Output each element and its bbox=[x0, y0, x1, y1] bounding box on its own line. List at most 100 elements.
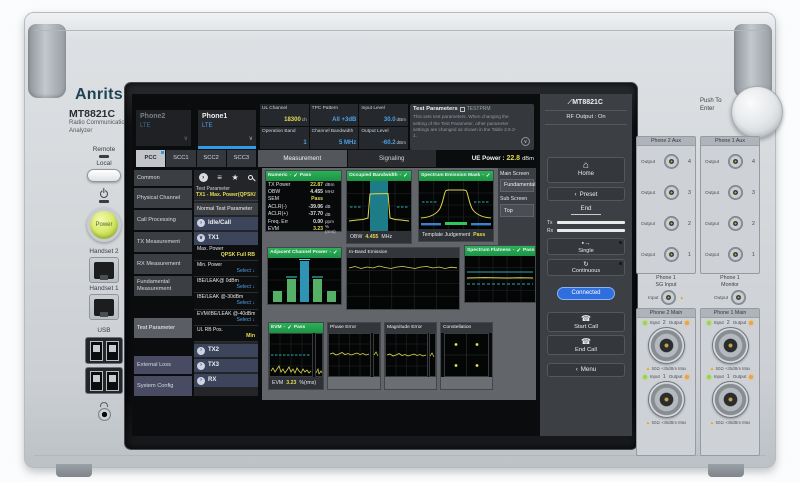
current-test-parameter: Test Parameter TX1 - Max. Power(QPSK/Ful… bbox=[194, 185, 258, 201]
expand-info-button[interactable]: ∨ bbox=[521, 137, 530, 146]
end-call-button[interactable]: ☎ End Call bbox=[547, 335, 625, 355]
main-tabs: Measurement Signaling bbox=[258, 150, 436, 167]
back-icon: ‹ bbox=[575, 191, 577, 198]
group-rx[interactable]: › RX bbox=[194, 374, 258, 387]
sidebar-item-rx-measurement[interactable]: RX Measurement bbox=[134, 254, 192, 274]
sidebar-item-external-loss[interactable]: External Loss bbox=[134, 356, 192, 374]
search-icon[interactable] bbox=[248, 175, 253, 180]
sidebar-item-tx-measurement[interactable]: TX Measurement bbox=[134, 232, 192, 252]
handset1-port bbox=[89, 294, 119, 320]
sub-screen-button[interactable]: Top bbox=[500, 204, 534, 217]
sidebar-item-common[interactable]: Common bbox=[134, 170, 192, 186]
remote-led bbox=[99, 155, 109, 158]
adjacent-channel-power-panel: Adjacent Channel Power-✓ bbox=[267, 247, 342, 305]
output-led bbox=[685, 375, 689, 379]
smb-connector bbox=[664, 247, 679, 262]
input-led bbox=[643, 375, 647, 379]
right-foot bbox=[708, 464, 744, 477]
group-idle-call[interactable]: › Idle/Call bbox=[194, 217, 258, 230]
ue-power-label: UE Power : bbox=[472, 155, 505, 162]
tx1-ibe-leak-minus30dbm[interactable]: IBE/LEAK @-30dBm Select ↓ bbox=[194, 293, 258, 309]
star-icon[interactable]: ★ bbox=[232, 173, 239, 183]
screen-right-menu: ∕MT8821C RF Output : On ⌂ Home ‹ Preset … bbox=[540, 94, 632, 436]
tab-scc3[interactable]: SCC3 bbox=[227, 150, 256, 167]
start-call-button[interactable]: ☎ Start Call bbox=[547, 312, 625, 332]
tab-pcc[interactable]: PCC bbox=[136, 150, 165, 167]
smb-connector bbox=[728, 185, 743, 200]
single-button[interactable]: ▪→ Single bbox=[547, 238, 625, 255]
phone1-selector[interactable]: Phone1 LTE ∨ bbox=[198, 110, 256, 146]
carrier-tabs: PCC SCC1 SCC2 SCC3 bbox=[136, 150, 256, 167]
param-ul-channel[interactable]: UL Channel 18300ch bbox=[260, 104, 309, 126]
chevron-down-icon: ∨ bbox=[184, 136, 188, 143]
sidebar-item-call-processing[interactable]: Call Processing bbox=[134, 210, 192, 230]
evm-graph bbox=[269, 333, 323, 377]
param-operation-band[interactable]: Operation Band 1 bbox=[260, 127, 309, 149]
continuous-button[interactable]: ↻ Continuous bbox=[547, 259, 625, 276]
tx1-ibe-leak-0dbm[interactable]: IBE/LEAK@ 0dBm Select ↓ bbox=[194, 277, 258, 293]
menu-button[interactable]: ‹ Menu bbox=[547, 363, 625, 377]
acp-graph bbox=[268, 258, 341, 304]
top-groove bbox=[34, 30, 766, 31]
tx1-evm-ibe-leak-minus40dbm[interactable]: EVM/IBE/LEAK @-40dBm Select ↓ bbox=[194, 310, 258, 326]
next-icon[interactable]: › bbox=[199, 173, 208, 182]
sideb​ar-item-system-config[interactable]: System Config bbox=[134, 376, 192, 396]
pass-check-icon: ✓ bbox=[486, 173, 491, 180]
sidebar-item-physical-channel[interactable]: Physical Channel bbox=[134, 188, 192, 208]
chevron-down-icon: ∨ bbox=[524, 139, 528, 145]
rf-output-status: RF Output : On bbox=[540, 114, 632, 121]
power-button-label: Power bbox=[95, 222, 112, 228]
tx1-min-power[interactable]: Min. Power Select ↓ bbox=[194, 261, 258, 277]
home-button[interactable]: ⌂ Home bbox=[547, 157, 625, 183]
power-button[interactable]: Power bbox=[87, 208, 121, 242]
test-parameters-code: TESTPRM bbox=[467, 106, 491, 112]
sidebar-item-fundamental-measurement[interactable]: Fundamental Measurement bbox=[134, 276, 192, 296]
connected-status-badge[interactable]: Connected bbox=[557, 287, 615, 300]
chevron-down-icon: ∨ bbox=[197, 234, 205, 242]
tab-signaling[interactable]: Signaling bbox=[348, 150, 437, 167]
list-icon[interactable]: ≡ bbox=[217, 173, 222, 183]
loop-icon: ↻ bbox=[548, 261, 624, 268]
aux-port-row: Output4 bbox=[637, 146, 695, 177]
n-connector bbox=[648, 327, 685, 364]
group-tx2[interactable]: › TX2 bbox=[194, 344, 258, 357]
continuous-indicator bbox=[619, 262, 623, 266]
tab-measurement[interactable]: Measurement bbox=[258, 150, 347, 167]
preset-button[interactable]: ‹ Preset bbox=[547, 187, 625, 201]
in-band-emission-panel: In-Band Emission bbox=[346, 247, 460, 310]
spectrum-flatness-panel: Spectrum Flatness-✓Pass bbox=[464, 245, 536, 303]
output-led bbox=[749, 321, 753, 325]
local-button[interactable] bbox=[87, 169, 121, 182]
phone2-selector[interactable]: Phone2 LTE ∨ bbox=[136, 110, 191, 146]
tab-scc1[interactable]: SCC1 bbox=[166, 150, 195, 167]
group-tx3[interactable]: › TX3 bbox=[194, 359, 258, 372]
ue-power-unit: dBm bbox=[522, 156, 534, 163]
phone1-sg-input: Phone 1SG Input Input▲ bbox=[636, 275, 696, 305]
group-tx1[interactable]: ∨ TX1 bbox=[194, 232, 258, 245]
main-screen-button[interactable]: Fundamental bbox=[500, 179, 534, 192]
param-tpc-pattern[interactable]: TPC Pattern All +3dB bbox=[310, 104, 359, 126]
tx1-max-power[interactable]: Max. Power QPSK Full RB bbox=[194, 245, 258, 261]
aux-port-row: Output3 bbox=[701, 177, 759, 208]
phone2-tech: LTE bbox=[140, 123, 187, 130]
param-channel-bandwidth[interactable]: Channel Bandwidth 5 MHz bbox=[310, 127, 359, 149]
aux-port-row: Output4 bbox=[701, 146, 759, 177]
smb-connector bbox=[728, 216, 743, 231]
param-input-level[interactable]: Input Level 30.0dBm bbox=[359, 104, 408, 126]
test-parameters-info: Test Parameters TESTPRM This sets test p… bbox=[410, 104, 534, 150]
ue-power-readout: UE Power : 22.8 dBm bbox=[438, 151, 534, 167]
normal-test-parameter-button[interactable]: Normal Test Parameter bbox=[194, 203, 258, 214]
tx1-ul-rb-pos[interactable]: UL RB Pos. Min bbox=[194, 326, 258, 342]
param-output-level[interactable]: Output Level -60.2dBm bbox=[359, 127, 408, 149]
push-to-enter-label: Push To Enter bbox=[700, 98, 722, 114]
rotary-knob[interactable] bbox=[731, 86, 783, 138]
pass-check-icon: ✓ bbox=[516, 248, 521, 255]
phone1-tech: LTE bbox=[202, 123, 252, 130]
warning-icon: ▲ bbox=[710, 366, 714, 371]
phone1-name: Phone1 bbox=[202, 113, 252, 121]
screen-brand-logo: ∕MT8821C bbox=[540, 99, 632, 107]
tab-scc2[interactable]: SCC2 bbox=[197, 150, 226, 167]
sidebar-item-test-parameter[interactable]: Test Parameter bbox=[134, 318, 192, 338]
n-connector bbox=[648, 381, 685, 418]
end-button[interactable]: End bbox=[571, 205, 601, 214]
